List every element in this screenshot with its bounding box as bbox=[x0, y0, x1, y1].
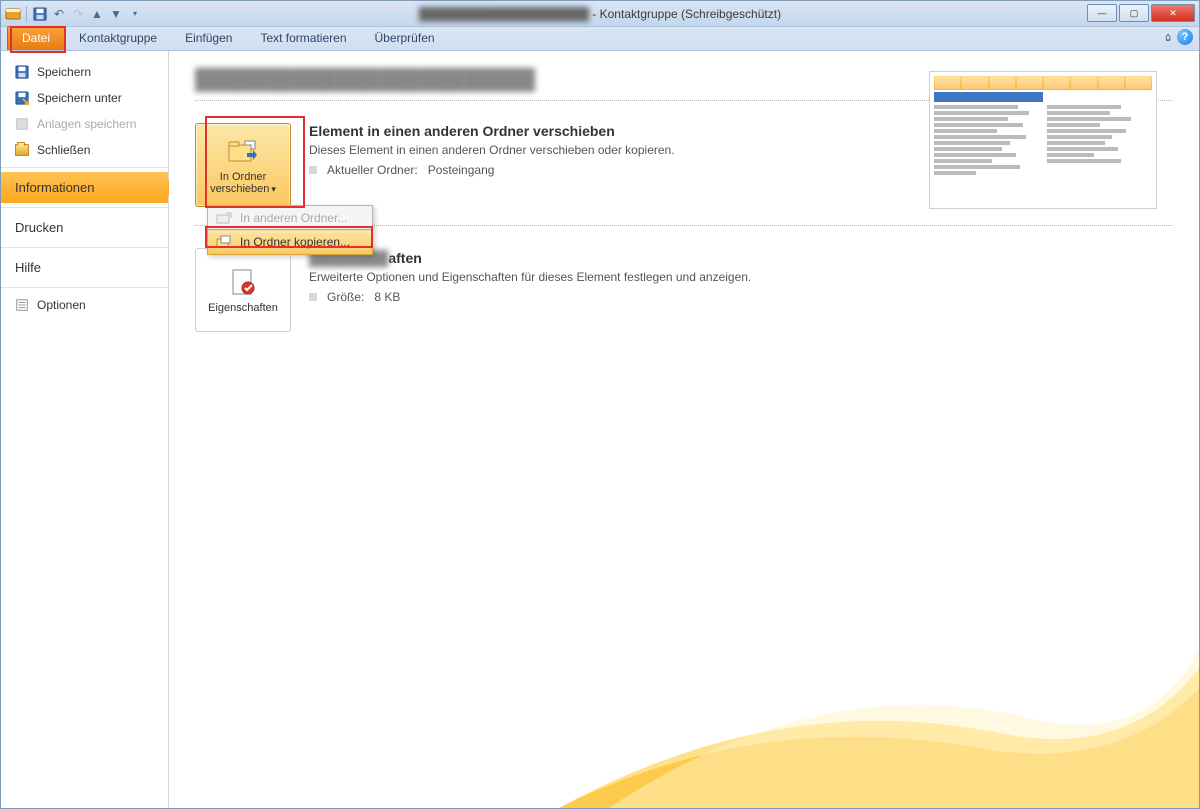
folder-copy-icon bbox=[216, 234, 232, 250]
save-as-icon bbox=[15, 91, 29, 105]
move-to-folder-menu: In anderen Ordner... In Ordner kopieren.… bbox=[207, 205, 373, 255]
backstage-content: ████████████████████████ In Ordner versc… bbox=[169, 51, 1199, 808]
nav-help[interactable]: Hilfe bbox=[1, 252, 168, 283]
next-icon[interactable]: ▼ bbox=[108, 6, 124, 22]
menu-other-folder: In anderen Ordner... bbox=[208, 206, 372, 230]
title-bar: ↶ ↷ ▲ ▼ ▾ ████████████████████ - Kontakt… bbox=[1, 1, 1199, 27]
attachment-icon bbox=[15, 117, 29, 131]
tab-review[interactable]: Überprüfen bbox=[361, 27, 449, 50]
menu-label: In Ordner kopieren... bbox=[240, 235, 350, 249]
previous-icon[interactable]: ▲ bbox=[89, 6, 105, 22]
folder-icon bbox=[15, 144, 29, 156]
current-folder-row: Aktueller Ordner: Posteingang bbox=[309, 163, 675, 177]
properties-icon bbox=[227, 266, 259, 298]
save-icon[interactable] bbox=[32, 6, 48, 22]
nav-label: Anlagen speichern bbox=[37, 117, 136, 131]
ribbon-minimize-icon[interactable]: ۵ bbox=[1165, 31, 1171, 44]
app-icon[interactable] bbox=[5, 6, 21, 22]
nav-label: Schließen bbox=[37, 143, 90, 157]
props-desc: Erweiterte Optionen und Eigenschaften fü… bbox=[309, 270, 751, 284]
options-icon bbox=[15, 298, 29, 312]
tab-file[interactable]: Datei bbox=[7, 26, 65, 50]
close-button[interactable]: ✕ bbox=[1151, 4, 1195, 22]
button-label: In Ordner verschieben▾ bbox=[200, 171, 286, 195]
nav-print[interactable]: Drucken bbox=[1, 212, 168, 243]
nav-info[interactable]: Informationen bbox=[1, 172, 168, 203]
backstage-nav: Speichern Speichern unter Anlagen speich… bbox=[1, 51, 169, 808]
undo-icon[interactable]: ↶ bbox=[51, 6, 67, 22]
current-folder-label: Aktueller Ordner: bbox=[327, 163, 418, 177]
ribbon-tabs: Datei Kontaktgruppe Einfügen Text format… bbox=[1, 27, 1199, 51]
item-preview bbox=[929, 71, 1157, 209]
maximize-button[interactable]: ▢ bbox=[1119, 4, 1149, 22]
size-row: Größe: 8 KB bbox=[309, 290, 751, 304]
properties-button[interactable]: Eigenschaften bbox=[195, 248, 291, 332]
button-label: Eigenschaften bbox=[208, 302, 278, 314]
save-icon bbox=[15, 65, 29, 79]
move-to-folder-button[interactable]: In Ordner verschieben▾ bbox=[195, 123, 291, 207]
menu-label: In anderen Ordner... bbox=[240, 211, 347, 225]
redo-icon[interactable]: ↷ bbox=[70, 6, 86, 22]
nav-close[interactable]: Schließen bbox=[1, 137, 168, 163]
nav-options[interactable]: Optionen bbox=[1, 292, 168, 318]
nav-label: Speichern unter bbox=[37, 91, 122, 105]
quick-access-toolbar: ↶ ↷ ▲ ▼ ▾ bbox=[5, 6, 143, 22]
nav-save-as[interactable]: Speichern unter bbox=[1, 85, 168, 111]
folder-move-icon bbox=[216, 210, 232, 226]
tab-kontaktgruppe[interactable]: Kontaktgruppe bbox=[65, 27, 171, 50]
props-heading: ████████aften bbox=[309, 250, 751, 266]
tab-format-text[interactable]: Text formatieren bbox=[246, 27, 360, 50]
nav-label: Speichern bbox=[37, 65, 91, 79]
move-heading: Element in einen anderen Ordner verschie… bbox=[309, 123, 675, 139]
tab-insert[interactable]: Einfügen bbox=[171, 27, 246, 50]
current-folder-value: Posteingang bbox=[428, 163, 495, 177]
help-icon[interactable]: ? bbox=[1177, 29, 1193, 45]
qat-customize-icon[interactable]: ▾ bbox=[127, 6, 143, 22]
nav-save-attachments: Anlagen speichern bbox=[1, 111, 168, 137]
move-folder-icon bbox=[227, 135, 259, 167]
nav-save[interactable]: Speichern bbox=[1, 59, 168, 85]
menu-copy-to-folder[interactable]: In Ordner kopieren... bbox=[207, 229, 373, 255]
window-title: ████████████████████ - Kontaktgruppe (Sc… bbox=[1, 7, 1199, 21]
nav-label: Optionen bbox=[37, 298, 86, 312]
size-value: 8 KB bbox=[374, 290, 400, 304]
minimize-button[interactable]: — bbox=[1087, 4, 1117, 22]
size-label: Größe: bbox=[327, 290, 364, 304]
move-desc: Dieses Element in einen anderen Ordner v… bbox=[309, 143, 675, 157]
